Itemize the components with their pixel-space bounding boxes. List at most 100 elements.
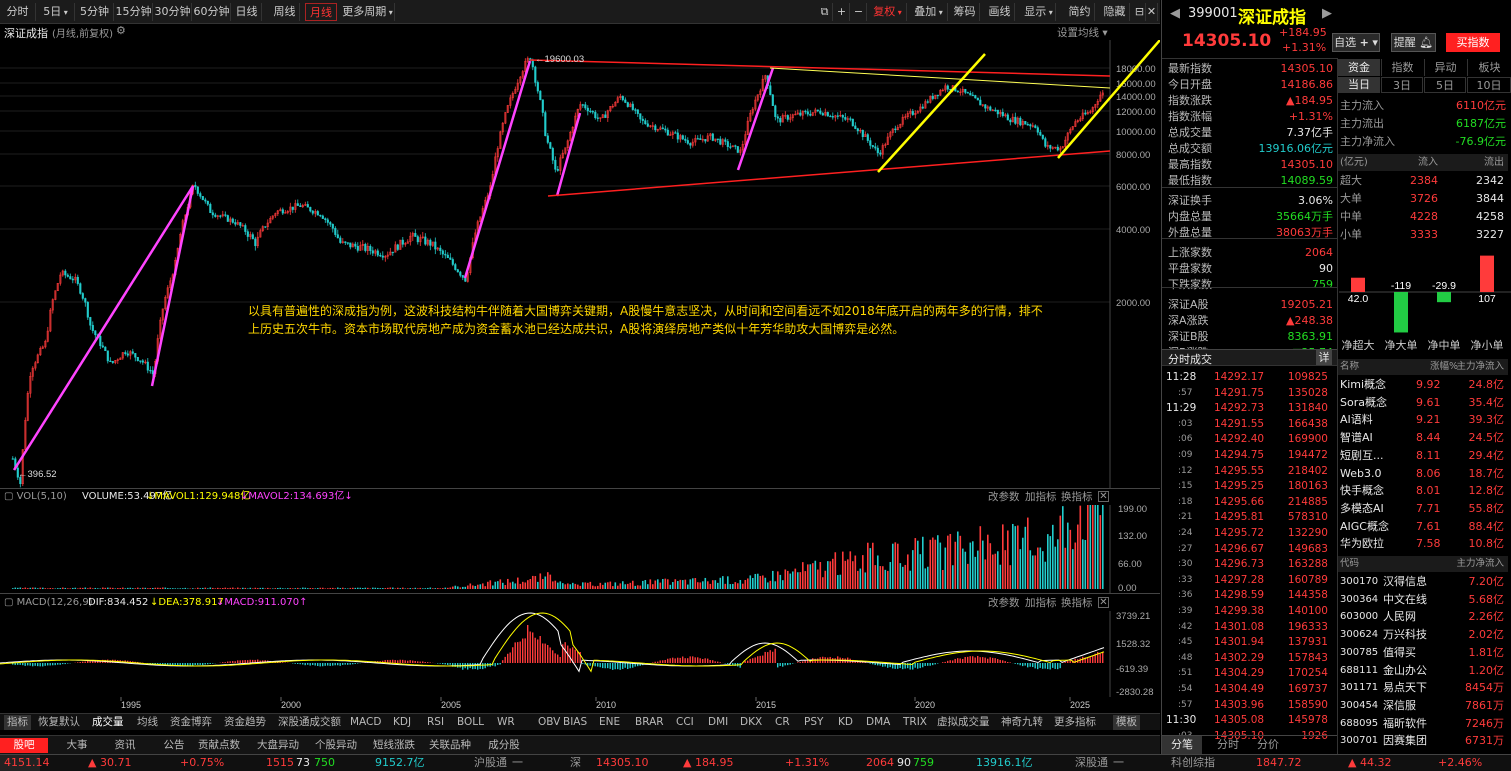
- tab-index[interactable]: 指数: [1381, 59, 1423, 76]
- macd-add-indicator-button[interactable]: 加指标: [1025, 595, 1057, 611]
- stock-row[interactable]: 300624 万兴科技 2.02亿: [1338, 626, 1508, 644]
- period-tab-15min[interactable]: 15分钟: [115, 3, 153, 21]
- indicator-tab[interactable]: 神奇九转: [1001, 715, 1043, 730]
- concept-row[interactable]: 短剧互... 8.11 29.4亿: [1338, 447, 1508, 465]
- tab-ticks-by-time[interactable]: 分时: [1208, 736, 1248, 754]
- indicator-tab[interactable]: BIAS: [563, 715, 587, 730]
- display-dropdown[interactable]: 显示 ▾: [1022, 3, 1056, 21]
- info-tab[interactable]: 资讯: [99, 738, 151, 753]
- period-tab-5day[interactable]: 5日 ▾: [37, 3, 75, 21]
- vol-switch-indicator-button[interactable]: 换指标: [1061, 489, 1093, 505]
- tab-sector[interactable]: 板块: [1467, 59, 1511, 76]
- info-tab[interactable]: 短线涨跌: [368, 738, 420, 753]
- layout-icon[interactable]: ⧉: [817, 3, 833, 21]
- draw-line-button[interactable]: 画线: [985, 3, 1015, 21]
- stock-row[interactable]: 300785 值得买 1.81亿: [1338, 644, 1508, 662]
- stock-row[interactable]: 300170 汉得信息 7.20亿: [1338, 573, 1508, 591]
- period-tab-5min[interactable]: 5分钟: [76, 3, 114, 21]
- indicator-tab[interactable]: 虚拟成交量: [937, 715, 990, 730]
- period-tab-timeshare[interactable]: 分时: [0, 3, 36, 21]
- info-tab[interactable]: 贡献点数: [193, 738, 245, 753]
- chips-button[interactable]: 筹码: [950, 3, 980, 21]
- indicator-tab[interactable]: ENE: [599, 715, 620, 730]
- indicator-tab[interactable]: DMI: [708, 715, 728, 730]
- more-periods-dropdown[interactable]: 更多周期 ▾: [341, 3, 395, 21]
- overlay-dropdown[interactable]: 叠加 ▾: [910, 3, 948, 21]
- concept-row[interactable]: AI语料 9.21 39.3亿: [1338, 411, 1508, 429]
- concept-row[interactable]: 快手概念 8.01 12.8亿: [1338, 482, 1508, 500]
- stock-row[interactable]: 688095 福昕软件 7246万: [1338, 715, 1508, 733]
- stock-row[interactable]: 603000 人民网 2.26亿: [1338, 608, 1508, 626]
- indicator-tab[interactable]: WR: [497, 715, 515, 730]
- info-tab[interactable]: 个股异动: [310, 738, 362, 753]
- indicator-tab[interactable]: PSY: [804, 715, 823, 730]
- indicator-tab[interactable]: CR: [775, 715, 790, 730]
- zoom-out-icon[interactable]: −: [851, 3, 867, 21]
- stock-row[interactable]: 300701 因赛集团 6731万: [1338, 732, 1508, 750]
- info-tab[interactable]: 股吧: [0, 738, 48, 753]
- concept-row[interactable]: 多模态AI 7.71 55.8亿: [1338, 500, 1508, 518]
- ticks-detail-button[interactable]: 详: [1316, 350, 1332, 365]
- stock-row[interactable]: 301171 易点天下 8454万: [1338, 679, 1508, 697]
- concept-row[interactable]: 华为欧拉 7.58 10.8亿: [1338, 535, 1508, 553]
- restore-icon[interactable]: ⊟: [1134, 3, 1146, 21]
- settings-gear-icon[interactable]: ⚙: [116, 24, 126, 37]
- indicator-tab[interactable]: 资金趋势: [224, 715, 266, 730]
- indicator-tab[interactable]: DMA: [866, 715, 890, 730]
- info-tab[interactable]: 关联品种: [424, 738, 476, 753]
- stock-row[interactable]: 300454 深信服 7861万: [1338, 697, 1508, 715]
- add-watchlist-button[interactable]: 自选 + ▾: [1332, 33, 1380, 52]
- stock-row[interactable]: 300364 中文在线 5.68亿: [1338, 591, 1508, 609]
- next-arrow-icon[interactable]: ▶: [1322, 6, 1332, 21]
- macd-close-icon[interactable]: ✕: [1098, 597, 1109, 608]
- prev-arrow-icon[interactable]: ◀: [1170, 6, 1180, 21]
- info-tab[interactable]: 大事: [51, 738, 103, 753]
- stock-row[interactable]: 688111 金山办公 1.20亿: [1338, 662, 1508, 680]
- zoom-in-icon[interactable]: +: [834, 3, 850, 21]
- concept-row[interactable]: 智谱AI 8.44 24.5亿: [1338, 429, 1508, 447]
- indicator-tab[interactable]: RSI: [427, 715, 444, 730]
- ma-settings-button[interactable]: 设置均线 ▾: [1057, 25, 1108, 40]
- period-tab-weekly[interactable]: 周线: [270, 3, 300, 21]
- indicator-tab[interactable]: OBV: [538, 715, 560, 730]
- macd-switch-indicator-button[interactable]: 换指标: [1061, 595, 1093, 611]
- indicator-tab[interactable]: 恢复默认: [38, 715, 80, 730]
- simple-mode-button[interactable]: 简约: [1065, 3, 1095, 21]
- sgt-label[interactable]: 深股通: [1075, 755, 1108, 771]
- concept-row[interactable]: Web3.0 8.06 18.7亿: [1338, 465, 1508, 483]
- fund-period-3d[interactable]: 3日: [1381, 77, 1423, 93]
- indicator-tab[interactable]: CCI: [676, 715, 694, 730]
- indicator-tab[interactable]: BRAR: [635, 715, 664, 730]
- indicator-tab[interactable]: 更多指标: [1054, 715, 1096, 730]
- fund-period-5d[interactable]: 5日: [1424, 77, 1466, 93]
- tab-fund[interactable]: 资金: [1338, 59, 1380, 76]
- buy-index-button[interactable]: 买指数: [1446, 33, 1500, 52]
- close-icon[interactable]: ✕: [1146, 3, 1158, 21]
- indicator-tab[interactable]: MACD: [350, 715, 381, 730]
- indicator-tab[interactable]: KDJ: [393, 715, 411, 730]
- indicator-tab[interactable]: 指标: [4, 715, 31, 730]
- indicator-tab[interactable]: TRIX: [903, 715, 927, 730]
- fund-period-today[interactable]: 当日: [1338, 77, 1380, 93]
- vol-close-icon[interactable]: ✕: [1098, 491, 1109, 502]
- indicator-tab[interactable]: BOLL: [457, 715, 484, 730]
- concept-row[interactable]: Kimi概念 9.92 24.8亿: [1338, 376, 1508, 394]
- indicator-tab[interactable]: 成交量: [92, 715, 124, 730]
- tab-ticks-by-price[interactable]: 分价: [1248, 736, 1288, 754]
- indicator-tab[interactable]: 均线: [137, 715, 158, 730]
- vol-add-indicator-button[interactable]: 加指标: [1025, 489, 1057, 505]
- concept-row[interactable]: AIGC概念 7.61 88.4亿: [1338, 518, 1508, 536]
- hgt-label[interactable]: 沪股通: [474, 755, 507, 771]
- alert-button[interactable]: 提醒 🔔︎: [1391, 33, 1436, 52]
- indicator-tab[interactable]: 资金博弈: [170, 715, 212, 730]
- macd-change-params-button[interactable]: 改参数: [988, 595, 1020, 611]
- period-tab-monthly[interactable]: 月线: [305, 3, 337, 21]
- indicator-tab[interactable]: 深股通成交额: [278, 715, 341, 730]
- fund-period-10d[interactable]: 10日: [1467, 77, 1511, 93]
- concept-row[interactable]: Sora概念 9.61 35.4亿: [1338, 394, 1508, 412]
- hide-button[interactable]: 隐藏: [1100, 3, 1130, 21]
- indicator-tab[interactable]: DKX: [740, 715, 762, 730]
- tab-ticks-by-trade[interactable]: 分笔: [1162, 736, 1202, 754]
- info-tab[interactable]: 大盘异动: [252, 738, 304, 753]
- indicator-tab[interactable]: 模板: [1113, 715, 1140, 730]
